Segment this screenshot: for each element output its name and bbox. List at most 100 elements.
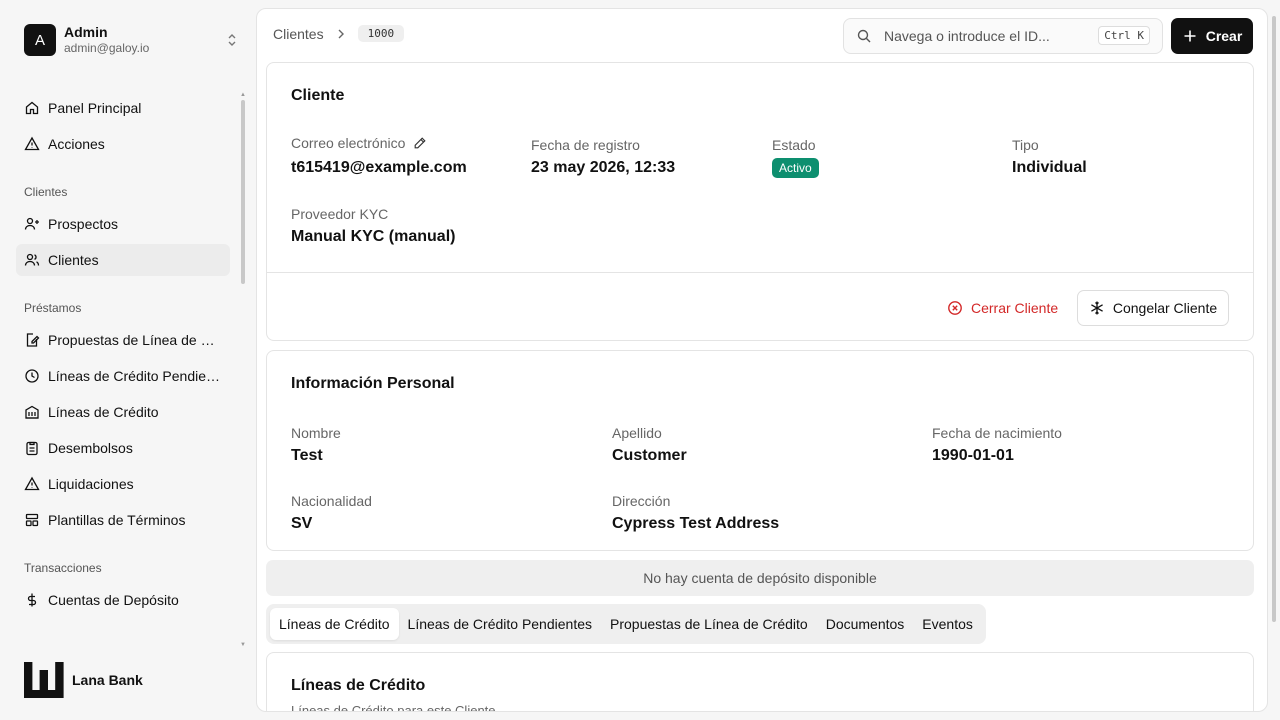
sidebar-item-lineas-credito[interactable]: Líneas de Crédito <box>16 396 230 428</box>
nationality-label: Nacionalidad <box>291 493 372 509</box>
search-input[interactable] <box>884 28 1084 44</box>
x-circle-icon <box>948 301 962 315</box>
sidebar-item-label: Propuestas de Línea de Cr... <box>48 332 223 348</box>
kyc-label: Proveedor KYC <box>291 206 389 222</box>
page-scrollbar[interactable] <box>1268 0 1280 720</box>
sidebar-item-label: Panel Principal <box>48 100 142 116</box>
scroll-down-arrow[interactable]: ▼ <box>240 642 246 648</box>
search-shortcut: Ctrl K <box>1098 26 1150 45</box>
tab-propuestas[interactable]: Propuestas de Línea de Crédito <box>601 608 817 640</box>
file-edit-icon <box>26 333 40 347</box>
home-icon <box>25 101 39 115</box>
sidebar-item-plantillas[interactable]: Plantillas de Términos <box>16 504 230 536</box>
user-name: Admin <box>64 24 108 40</box>
first-name-label: Nombre <box>291 425 341 441</box>
sidebar-item-label: Cuentas de Depósito <box>48 592 179 608</box>
building-icon <box>25 405 39 419</box>
registered-value: 23 may 2026, 12:33 <box>531 159 676 176</box>
status-label: Estado <box>772 137 816 153</box>
registered-label: Fecha de registro <box>531 137 640 153</box>
personal-info-card: Información Personal Nombre Test Apellid… <box>266 350 1254 551</box>
credit-facilities-card: Líneas de Crédito Líneas de Crédito para… <box>266 652 1254 712</box>
last-name-label: Apellido <box>612 425 662 441</box>
avatar: A <box>24 24 56 56</box>
tab-eventos[interactable]: Eventos <box>913 608 982 640</box>
sidebar-item-liquidaciones[interactable]: Liquidaciones <box>16 468 230 500</box>
customer-card: Cliente Correo electrónico t615419@examp… <box>266 62 1254 341</box>
edit-email-icon[interactable] <box>413 136 427 150</box>
dob-value: 1990-01-01 <box>932 447 1014 464</box>
sidebar-item-clientes[interactable]: Clientes <box>16 244 230 276</box>
brand-name: Lana Bank <box>72 672 143 688</box>
email-label-text: Correo electrónico <box>291 135 406 151</box>
clipboard-icon <box>26 441 38 456</box>
tab-documentos[interactable]: Documentos <box>817 608 914 640</box>
chevron-right-icon <box>338 29 344 38</box>
user-info: Admin admin@galoy.io <box>64 24 224 56</box>
sidebar-group-title: Préstamos <box>24 301 82 315</box>
search-box[interactable]: Ctrl K <box>843 18 1163 54</box>
sidebar-item-desembolsos[interactable]: Desembolsos <box>16 432 230 464</box>
scroll-up-arrow[interactable]: ▲ <box>240 92 246 98</box>
dollar-icon <box>27 593 37 607</box>
type-label: Tipo <box>1012 137 1039 153</box>
sidebar-item-label: Liquidaciones <box>48 476 134 492</box>
user-email: admin@galoy.io <box>64 41 150 55</box>
alert-triangle-icon <box>24 136 40 151</box>
sidebar-group-title: Transacciones <box>24 561 102 575</box>
sidebar-item-label: Clientes <box>48 252 99 268</box>
dob-label: Fecha de nacimiento <box>932 425 1062 441</box>
credit-facilities-subtitle: Líneas de Crédito para este Cliente <box>291 703 496 712</box>
page-scroll-thumb[interactable] <box>1272 16 1276 622</box>
plus-icon <box>1184 30 1196 42</box>
clock-icon <box>25 369 39 383</box>
sidebar-group-title: Clientes <box>24 185 68 199</box>
credit-facilities-title: Líneas de Crédito <box>291 677 426 694</box>
sidebar-item-panel-principal[interactable]: Panel Principal <box>16 92 230 124</box>
lana-logo-icon <box>24 662 64 698</box>
breadcrumb-clientes[interactable]: Clientes <box>273 26 324 42</box>
sidebar-item-lineas-pendientes[interactable]: Líneas de Crédito Pendient... <box>16 360 230 392</box>
sidebar-scroll-thumb[interactable] <box>241 100 245 284</box>
customer-card-title: Cliente <box>291 87 345 104</box>
close-customer-label: Cerrar Cliente <box>971 300 1059 316</box>
freeze-customer-button[interactable]: Congelar Cliente <box>1077 290 1229 326</box>
status-badge: Activo <box>772 158 819 178</box>
snowflake-icon <box>1090 301 1103 315</box>
sidebar-scrollbar[interactable]: ▲ ▼ <box>240 92 246 648</box>
create-button[interactable]: Crear <box>1171 18 1253 54</box>
user-plus-icon <box>24 217 39 230</box>
tab-lineas-pendientes[interactable]: Líneas de Crédito Pendientes <box>399 608 601 640</box>
nationality-value: SV <box>291 515 313 532</box>
chevrons-up-down-icon <box>228 34 236 46</box>
sidebar-item-propuestas[interactable]: Propuestas de Línea de Cr... <box>16 324 230 356</box>
freeze-customer-label: Congelar Cliente <box>1112 300 1218 316</box>
user-switcher[interactable]: A Admin admin@galoy.io <box>24 24 240 56</box>
users-icon <box>24 253 40 266</box>
customer-tabs: Líneas de Crédito Líneas de Crédito Pend… <box>266 604 986 644</box>
type-value: Individual <box>1012 159 1087 176</box>
sidebar-item-label: Líneas de Crédito <box>48 404 159 420</box>
sidebar-item-cuentas-deposito[interactable]: Cuentas de Depósito <box>16 584 230 616</box>
create-button-label: Crear <box>1205 28 1243 44</box>
sidebar-item-label: Plantillas de Términos <box>48 512 186 528</box>
tab-lineas-credito[interactable]: Líneas de Crédito <box>270 608 399 640</box>
sidebar-item-label: Prospectos <box>48 216 119 232</box>
last-name-value: Customer <box>612 447 687 464</box>
personal-info-title: Información Personal <box>291 375 455 392</box>
sidebar-item-label: Acciones <box>48 136 105 152</box>
email-label: Correo electrónico <box>291 135 427 151</box>
search-icon <box>857 29 871 43</box>
email-value: t615419@example.com <box>291 159 467 176</box>
sidebar-nav: Panel Principal Acciones Clientes Prospe… <box>16 92 230 648</box>
alert-triangle-icon <box>24 476 40 491</box>
layout-icon <box>25 513 39 527</box>
sidebar-item-label: Líneas de Crédito Pendient... <box>48 368 223 384</box>
sidebar-item-prospectos[interactable]: Prospectos <box>16 208 230 240</box>
sidebar: A Admin admin@galoy.io Panel Principal A… <box>0 0 256 720</box>
close-customer-button[interactable]: Cerrar Cliente <box>947 290 1058 326</box>
breadcrumb: Clientes 1000 <box>273 25 405 42</box>
brand: Lana Bank <box>24 662 143 698</box>
customer-card-actions: Cerrar Cliente Congelar Cliente <box>267 272 1253 342</box>
sidebar-item-acciones[interactable]: Acciones <box>16 128 230 160</box>
